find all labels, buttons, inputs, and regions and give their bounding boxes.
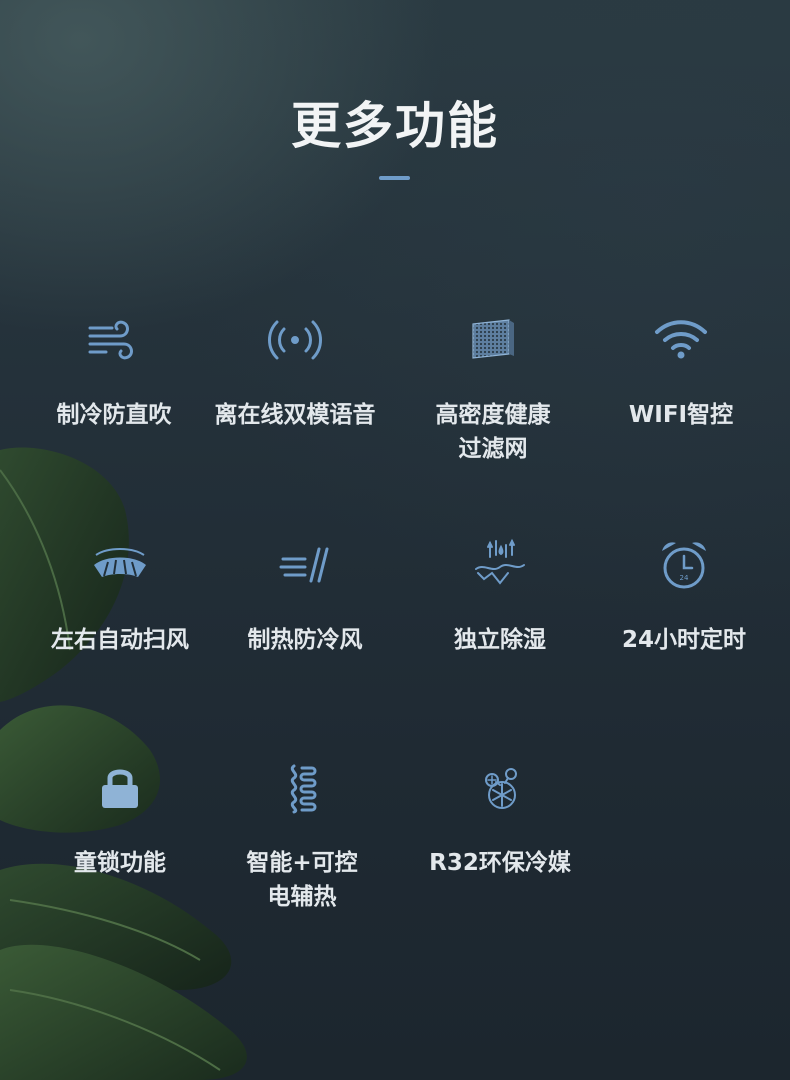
feature-label: R32环保冷媒 — [429, 850, 571, 876]
page-title: 更多功能 — [291, 97, 499, 155]
feature-label: 独立除湿 — [454, 627, 546, 653]
title-underline — [379, 176, 410, 180]
wind-icon — [88, 320, 133, 360]
plant-decoration — [0, 447, 247, 1080]
dehumidify-icon — [475, 538, 525, 585]
feature-label: 24小时定时 — [621, 627, 746, 653]
refrigerant-icon — [485, 768, 517, 809]
feature-label: 制热防冷风 — [247, 627, 363, 653]
feature-label: 高密度健康 过滤网 — [435, 402, 551, 462]
feature-label: 离在线双模语音 — [214, 402, 376, 428]
feature-label: 左右自动扫风 — [51, 627, 189, 653]
feature-label: WIFI智控 — [628, 402, 734, 428]
filter-mesh-icon — [472, 319, 514, 359]
svg-text:24: 24 — [680, 574, 689, 582]
feature-label: 童锁功能 — [74, 850, 166, 876]
feature-label: 智能+可控 电辅热 — [246, 850, 358, 910]
heating-coil-icon — [290, 764, 317, 814]
alarm-clock-icon: 24 — [662, 542, 706, 589]
voice-signal-icon — [268, 320, 322, 360]
lock-icon — [102, 769, 138, 808]
hot-air-icon — [279, 547, 329, 583]
feature-label: 制冷防直吹 — [56, 402, 172, 428]
swing-fan-icon — [94, 548, 146, 577]
wifi-icon — [655, 320, 707, 359]
